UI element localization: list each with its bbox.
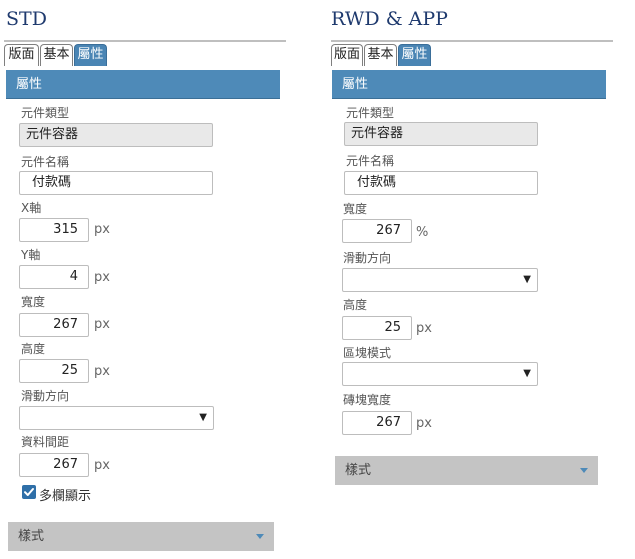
std-tab-properties[interactable]: 屬性 [74,44,107,66]
rwd-component-type-label: 元件類型 [346,106,395,120]
rwd-height-input[interactable]: 25 [342,316,412,340]
std-style-section[interactable]: 樣式 [8,522,274,551]
std-x-axis-unit: px [94,222,110,237]
rwd-scroll-direction-select[interactable]: ▼ [342,268,538,292]
rwd-tile-width-unit: px [416,416,432,431]
std-data-spacing-label: 資料間距 [21,435,70,449]
std-component-name-label: 元件名稱 [21,155,70,169]
std-width-label: 寬度 [21,295,46,309]
chevron-down-icon: ▼ [199,412,207,423]
checkmark-icon [24,488,34,496]
std-x-axis-label: X軸 [21,201,42,215]
rwd-tab-properties[interactable]: 屬性 [398,44,431,66]
rwd-component-name-input[interactable]: 付款碼 [344,171,538,195]
rwd-block-mode-select[interactable]: ▼ [342,362,538,386]
std-y-axis-input[interactable]: 4 [19,265,89,289]
std-title: STD [6,8,47,30]
std-component-name-input[interactable]: 付款碼 [19,171,213,195]
rwd-width-label: 寬度 [343,202,368,216]
chevron-down-icon: ▼ [523,274,531,285]
std-style-label: 樣式 [18,529,45,544]
rwd-tab-layout[interactable]: 版面 [331,44,363,66]
caret-down-icon [580,468,588,473]
std-y-axis-unit: px [94,270,110,285]
std-data-spacing-input[interactable]: 267 [19,453,89,477]
rwd-width-unit: % [416,225,429,240]
std-component-type-label: 元件類型 [21,106,70,120]
std-data-spacing-unit: px [94,458,110,473]
std-tab-layout[interactable]: 版面 [4,44,39,66]
rwd-section-header[interactable]: 屬性 [332,70,606,99]
std-scroll-direction-select[interactable]: ▼ [19,406,214,430]
std-section-header[interactable]: 屬性 [6,70,280,99]
std-component-type-field: 元件容器 [19,123,213,147]
rwd-tile-width-input[interactable]: 267 [342,411,412,435]
rwd-style-label: 樣式 [345,463,372,478]
rwd-style-section[interactable]: 樣式 [335,456,598,485]
std-multi-column-label: 多欄顯示 [39,489,92,504]
rwd-height-unit: px [416,321,432,336]
std-width-unit: px [94,317,110,332]
rwd-component-name-label: 元件名稱 [346,154,395,168]
std-scroll-direction-label: 滑動方向 [21,389,70,403]
std-multi-column-checkbox[interactable] [22,485,36,499]
std-x-axis-input[interactable]: 315 [19,218,89,242]
rwd-block-mode-label: 區塊模式 [343,346,392,360]
std-height-input[interactable]: 25 [19,359,89,383]
rwd-title: RWD & APP [331,8,448,30]
rwd-width-input[interactable]: 267 [342,219,412,243]
std-width-input[interactable]: 267 [19,313,89,337]
rwd-component-type-field: 元件容器 [344,122,538,146]
std-height-unit: px [94,364,110,379]
rwd-scroll-direction-label: 滑動方向 [343,251,392,265]
rwd-tabbar: 版面 基本 屬性 [331,40,613,66]
std-tabbar: 版面 基本 屬性 [4,40,286,66]
rwd-tile-width-label: 磚塊寬度 [343,393,392,407]
std-height-label: 高度 [21,342,46,356]
std-tab-basic[interactable]: 基本 [40,44,73,66]
chevron-down-icon: ▼ [523,368,531,379]
rwd-tab-basic[interactable]: 基本 [364,44,397,66]
caret-down-icon [256,534,264,539]
rwd-height-label: 高度 [343,298,368,312]
std-y-axis-label: Y軸 [21,248,41,262]
